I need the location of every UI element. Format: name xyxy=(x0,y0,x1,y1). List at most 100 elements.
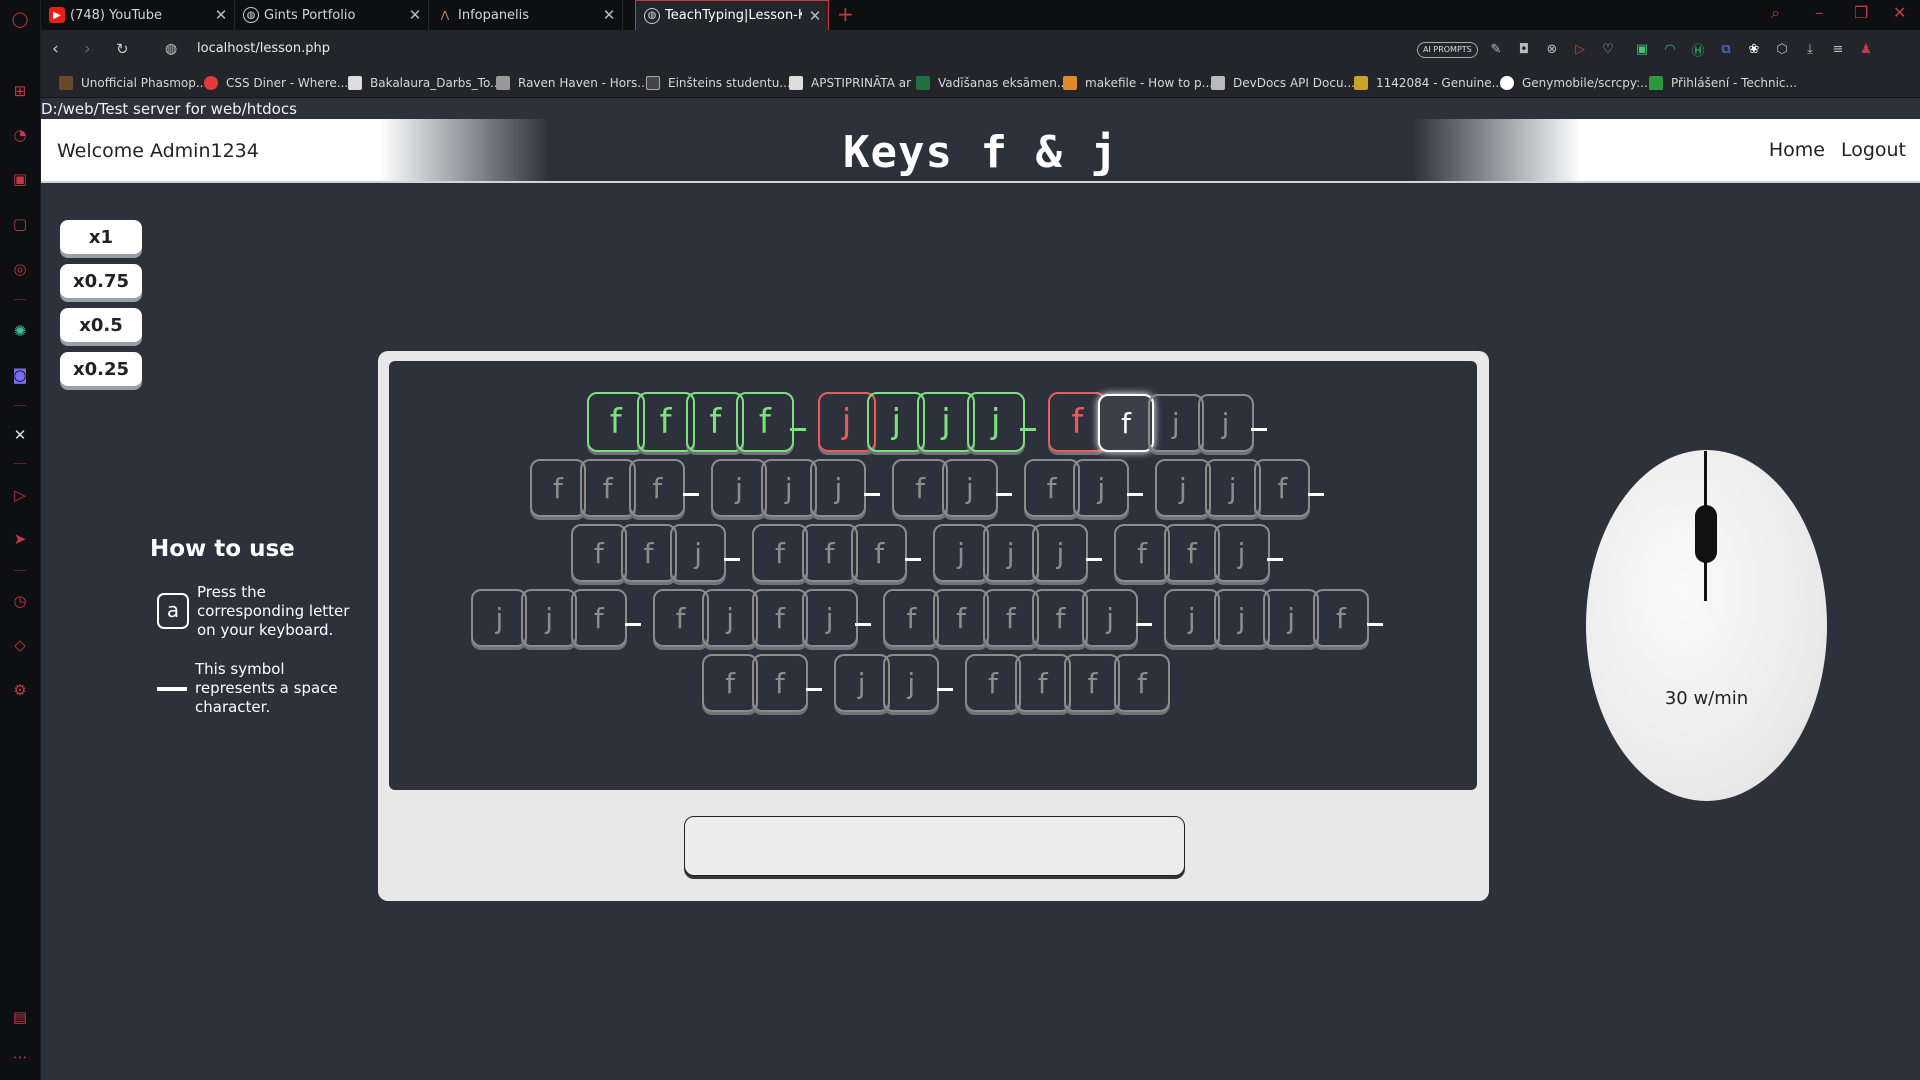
close-tab-icon[interactable]: ✕ xyxy=(208,6,234,24)
minimize-icon[interactable]: – xyxy=(1815,3,1823,22)
page-title: Keys f & j xyxy=(843,127,1118,178)
devdocs-icon xyxy=(1211,76,1225,90)
bookmark-item[interactable]: makefile - How to p... xyxy=(1063,76,1213,90)
extension-h-icon[interactable]: Ⓗ xyxy=(1689,40,1707,59)
restore-icon[interactable]: ❐ xyxy=(1854,3,1868,22)
forward-icon[interactable]: › xyxy=(84,39,91,59)
space-dash xyxy=(1251,428,1268,431)
browser-sidebar: ◯ ⊞ ◔ ▣ ▢ ◎ ✺ ◙ ✕ ▷ ➤ ◷ ◇ ⚙ ▤ ⋯ xyxy=(0,0,41,1080)
back-icon[interactable]: ‹ xyxy=(52,39,59,59)
lesson-text-area: ffffjjjjffjjfffjjjfjfjjjfffjfffjjjffjjjf… xyxy=(389,361,1477,790)
lesson-key-j: j xyxy=(1073,459,1130,517)
camera-icon[interactable]: ◘ xyxy=(1515,40,1533,58)
tab-gints-portfolio[interactable]: ◍ Gints Portfolio ✕ xyxy=(235,0,429,30)
tab-teachtyping[interactable]: ◍ TeachTyping|Lesson-Keys f ✕ xyxy=(635,0,829,30)
search-tabs-icon[interactable]: ⌕ xyxy=(1771,3,1780,23)
gamepad-icon[interactable]: ⊞ xyxy=(9,80,31,102)
cs-icon[interactable]: ◙ xyxy=(9,364,31,386)
space-dash xyxy=(683,493,700,496)
bookmark-item[interactable]: Einšteins studentu... xyxy=(646,76,791,90)
cube-extension-icon[interactable]: ⬡ xyxy=(1773,40,1791,58)
lesson-key-j: j xyxy=(1213,589,1270,647)
new-tab-icon[interactable]: + xyxy=(837,2,854,26)
tab-youtube[interactable]: ▶ (748) YouTube ✕ xyxy=(41,0,235,30)
speed-x075-button[interactable]: x0.75 xyxy=(60,264,142,298)
lesson-key-j: j xyxy=(760,459,817,517)
more-icon[interactable]: ⋯ xyxy=(9,1046,31,1068)
lesson-key-f: f xyxy=(751,654,808,712)
header-nav: Home Logout xyxy=(1753,139,1906,161)
close-tab-icon[interactable]: ✕ xyxy=(596,6,622,24)
reload-icon[interactable]: ↻ xyxy=(116,40,129,58)
translate-icon[interactable]: ⧉ xyxy=(1717,40,1735,58)
bookmark-item[interactable]: Bakalaura_Darbs_To... xyxy=(348,76,502,90)
bookmark-item[interactable]: 1142084 - Genuine... xyxy=(1354,76,1503,90)
url-field[interactable]: localhost/lesson.php xyxy=(197,41,330,56)
speed-x05-button[interactable]: x0.5 xyxy=(60,308,142,342)
lesson-key-f: f xyxy=(579,459,636,517)
space-hint-text: This symbol represents a space character. xyxy=(195,660,338,716)
home-link[interactable]: Home xyxy=(1769,139,1825,161)
page-content: D:/web/Test server for web/htdocs Welcom… xyxy=(41,99,1920,1080)
globe-icon: ◍ xyxy=(644,7,660,24)
send-icon[interactable]: ➤ xyxy=(9,528,31,550)
tab-label: (748) YouTube xyxy=(70,7,162,23)
bookmark-item[interactable]: Vadīšanas eksāmen... xyxy=(916,76,1068,90)
bookmarks-bar: Unofficial Phasmop... CSS Diner - Where.… xyxy=(41,70,1920,98)
bookmark-item[interactable]: Unofficial Phasmop... xyxy=(59,76,207,90)
typing-input[interactable] xyxy=(684,816,1185,876)
edit-icon[interactable]: ✎ xyxy=(1487,40,1505,58)
bookmark-item[interactable]: APSTIPRINĀTA ar xyxy=(789,76,911,90)
bookmark-item[interactable]: Raven Haven - Hors... xyxy=(496,76,649,90)
lesson-key-j: j xyxy=(1032,524,1089,582)
extension-green-icon[interactable]: ▣ xyxy=(1633,40,1651,58)
block-icon[interactable]: ⊗ xyxy=(1543,40,1561,58)
extension-paw-icon[interactable]: ❀ xyxy=(1745,40,1763,58)
space-dash xyxy=(864,493,881,496)
profile-icon[interactable]: ♟ xyxy=(1857,40,1875,58)
lesson-key-f: f xyxy=(933,589,989,647)
letter-key-icon: a xyxy=(157,593,189,629)
play-icon[interactable]: ▷ xyxy=(1571,40,1589,58)
history-icon[interactable]: ◷ xyxy=(9,590,31,612)
speed-x1-button[interactable]: x1 xyxy=(60,220,142,254)
tab-infopanelis[interactable]: ⋀ Infopanelis ✕ xyxy=(429,0,623,30)
lesson-key-f: f xyxy=(1254,459,1311,517)
speedometer-icon[interactable]: ◔ xyxy=(9,124,31,146)
menu-icon[interactable]: ≡ xyxy=(1829,40,1847,58)
site-info-icon[interactable]: ◍ xyxy=(165,41,177,57)
how-to-heading: How to use xyxy=(150,536,295,562)
lesson-key-f: f xyxy=(751,589,808,647)
extension-arc-icon[interactable]: ◠ xyxy=(1661,40,1679,58)
heart-icon[interactable]: ♡ xyxy=(1599,40,1617,58)
bookmark-item[interactable]: Přihlášení - Technic... xyxy=(1649,76,1797,90)
bookmark-item[interactable]: Genymobile/scrcpy:... xyxy=(1500,76,1652,90)
close-window-icon[interactable]: ✕ xyxy=(1893,3,1906,22)
shopping-bag-icon[interactable]: ▣ xyxy=(9,168,31,190)
lesson-key-f: f xyxy=(529,459,586,517)
space-dash xyxy=(1366,623,1383,626)
lesson-key-j: j xyxy=(1197,394,1254,452)
instagram-icon[interactable]: ◎ xyxy=(9,258,31,280)
twitch-icon[interactable]: ▢ xyxy=(9,213,31,235)
opera-logo-icon[interactable]: ◯ xyxy=(9,8,31,30)
bookmark-item[interactable]: CSS Diner - Where... xyxy=(204,76,348,90)
image-icon[interactable]: ▤ xyxy=(9,1006,31,1028)
lesson-key-f: f xyxy=(1098,394,1155,452)
ai-prompts-button[interactable]: AI PROMPTS xyxy=(1417,42,1478,58)
space-dash xyxy=(937,688,953,691)
cube-icon[interactable]: ◇ xyxy=(9,634,31,656)
player-icon[interactable]: ▷ xyxy=(9,484,31,506)
space-dash xyxy=(1086,558,1103,561)
close-tab-icon[interactable]: ✕ xyxy=(802,7,828,25)
logout-link[interactable]: Logout xyxy=(1841,139,1906,161)
settings-gear-icon[interactable]: ⚙ xyxy=(9,679,31,701)
chatgpt-icon[interactable]: ✺ xyxy=(9,320,31,342)
lesson-key-f: f xyxy=(570,589,627,647)
download-icon[interactable]: ⤓ xyxy=(1801,40,1819,58)
lesson-key-j: j xyxy=(711,459,768,517)
speed-x025-button[interactable]: x0.25 xyxy=(60,352,142,386)
close-tab-icon[interactable]: ✕ xyxy=(402,6,428,24)
x-twitter-icon[interactable]: ✕ xyxy=(9,424,31,446)
bookmark-item[interactable]: DevDocs API Docu... xyxy=(1211,76,1355,90)
